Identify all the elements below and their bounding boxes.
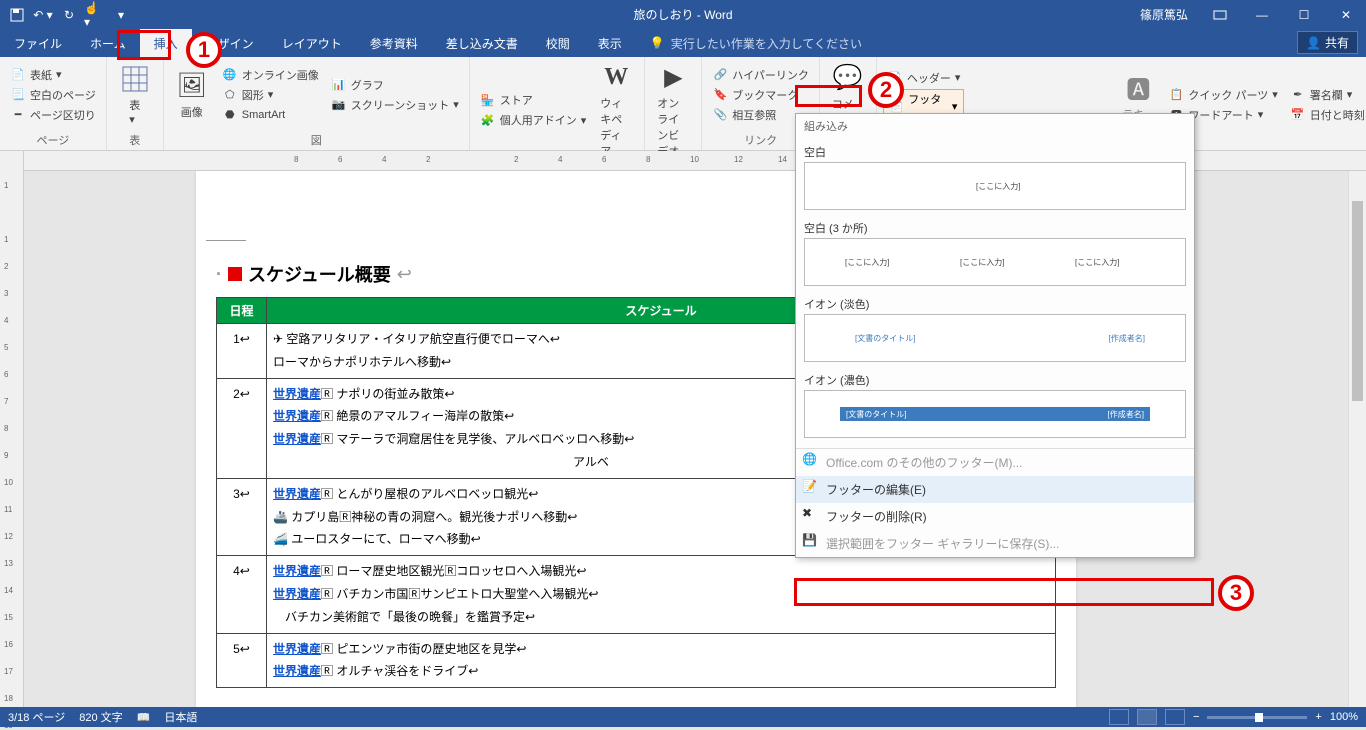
group-media: ▶オンラインビデオ メディア — [645, 57, 702, 150]
tab-file[interactable]: ファイル — [0, 29, 76, 57]
pictures-icon: 🖼 — [176, 70, 208, 102]
tab-view[interactable]: 表示 — [584, 29, 636, 57]
screenshot-button[interactable]: 📷スクリーンショット ▾ — [327, 96, 463, 114]
view-read-mode[interactable] — [1109, 709, 1129, 725]
gallery-remove-footer[interactable]: ✖フッターの削除(R) — [796, 503, 1194, 530]
table-icon — [119, 63, 151, 95]
page-break-button[interactable]: ━ページ区切り — [6, 106, 100, 124]
group-illustrations: 🖼画像 🌐オンライン画像 ⬠図形 ▾ ⬣SmartArt 📊グラフ 📷スクリーン… — [164, 57, 470, 150]
group-label-tables: 表 — [113, 130, 157, 150]
gallery-item-ion-dark-title: イオン (濃色) — [804, 368, 1186, 390]
gallery-item-blank[interactable]: [ここに入力] — [804, 162, 1186, 210]
zoom-slider[interactable] — [1207, 716, 1307, 719]
zoom-level[interactable]: 100% — [1330, 711, 1358, 723]
store-button[interactable]: 🏪ストア — [476, 91, 591, 109]
group-pages: 📄表紙 ▾ 📃空白のページ ━ページ区切り ページ — [0, 57, 107, 150]
status-bar: 3/18 ページ 820 文字 📖 日本語 − + 100% — [0, 707, 1366, 727]
gallery-builtins-header: 組み込み — [796, 114, 1194, 138]
wikipedia-button[interactable]: Wウィキペディア — [594, 59, 638, 161]
online-video-button[interactable]: ▶オンラインビデオ — [651, 59, 695, 161]
tab-home[interactable]: ホーム — [76, 29, 140, 57]
gallery-item-blank-title: 空白 — [804, 140, 1186, 162]
group-addins: 🏪ストア 🧩個人用アドイン ▾ Wウィキペディア アドイン — [470, 57, 646, 150]
comment-icon: 💬 — [832, 62, 864, 94]
signature-button[interactable]: ✒署名欄 ▾ — [1286, 86, 1366, 104]
annotation-1: 1 — [186, 32, 222, 68]
status-words[interactable]: 820 文字 — [79, 709, 122, 725]
hyperlink-button[interactable]: 🔗ハイパーリンク — [708, 66, 813, 84]
gallery-item-ion-dark[interactable]: [文書のタイトル][作成者名] — [804, 390, 1186, 438]
save-button[interactable] — [6, 4, 28, 26]
tell-me[interactable]: 💡 実行したい作業を入力してください — [636, 29, 876, 57]
smartart-button[interactable]: ⬣SmartArt — [218, 106, 323, 124]
view-print-layout[interactable] — [1137, 709, 1157, 725]
gallery-save-selection[interactable]: 💾選択範囲をフッター ギャラリーに保存(S)... — [796, 530, 1194, 557]
vertical-ruler: 112345678910111213141516171819 — [0, 151, 24, 707]
gallery-item-blank3-title: 空白 (3 か所) — [804, 216, 1186, 238]
redo-button[interactable]: ↻ — [58, 4, 80, 26]
undo-button[interactable]: ↶ ▾ — [32, 4, 54, 26]
qat-customize[interactable]: ▾ — [110, 4, 132, 26]
zoom-in[interactable]: + — [1315, 711, 1321, 723]
tab-review[interactable]: 校閲 — [532, 29, 584, 57]
gallery-item-ion-light[interactable]: [文書のタイトル] [作成者名] — [804, 314, 1186, 362]
gallery-more-office[interactable]: 🌐Office.com のその他のフッター(M)... — [796, 449, 1194, 476]
titlebar: ↶ ▾ ↻ ☝ ▾ ▾ 旅のしおり - Word 篠原篤弘 — ☐ ✕ — [0, 0, 1366, 29]
scroll-thumb[interactable] — [1352, 201, 1363, 401]
minimize-button[interactable]: — — [1242, 0, 1282, 29]
gallery-commands: 🌐Office.com のその他のフッター(M)... 📝フッターの編集(E) … — [796, 448, 1194, 557]
quick-parts-button[interactable]: 📋クイック パーツ ▾ — [1164, 86, 1281, 104]
cover-page-button[interactable]: 📄表紙 ▾ — [6, 66, 100, 84]
wikipedia-icon: W — [600, 61, 632, 93]
annotation-3: 3 — [1218, 575, 1254, 611]
share-button[interactable]: 👤 共有 — [1297, 31, 1358, 54]
close-button[interactable]: ✕ — [1326, 0, 1366, 29]
tab-references[interactable]: 参考資料 — [356, 29, 432, 57]
document-title: 旅のしおり - Word — [633, 6, 732, 23]
tab-layout[interactable]: レイアウト — [268, 29, 356, 57]
group-label-pages: ページ — [6, 130, 100, 150]
status-spell-icon[interactable]: 📖 — [137, 711, 151, 724]
status-page[interactable]: 3/18 ページ — [8, 709, 65, 725]
th-day: 日程 — [217, 298, 267, 324]
gallery-item-blank3[interactable]: [ここに入力] [ここに入力] [ここに入力] — [804, 238, 1186, 286]
group-tables: 表▾ 表 — [107, 57, 164, 150]
my-addins-button[interactable]: 🧩個人用アドイン ▾ — [476, 111, 591, 129]
red-square-icon — [228, 267, 242, 281]
annotation-2: 2 — [868, 72, 904, 108]
table-button[interactable]: 表▾ — [113, 59, 157, 130]
group-label-illus: 図 — [170, 130, 463, 150]
touch-mode-button[interactable]: ☝ ▾ — [84, 4, 106, 26]
quick-access-toolbar: ↶ ▾ ↻ ☝ ▾ ▾ — [0, 4, 138, 26]
video-icon: ▶ — [657, 61, 689, 93]
shapes-button[interactable]: ⬠図形 ▾ — [218, 86, 323, 104]
bookmark-button[interactable]: 🔖ブックマーク — [708, 86, 813, 104]
view-web-layout[interactable] — [1165, 709, 1185, 725]
chart-button[interactable]: 📊グラフ — [327, 76, 463, 94]
blank-page-button[interactable]: 📃空白のページ — [6, 86, 100, 104]
pictures-button[interactable]: 🖼画像 — [170, 59, 214, 130]
zoom-thumb[interactable] — [1255, 713, 1263, 722]
vertical-scrollbar[interactable] — [1348, 171, 1366, 707]
tab-mailings[interactable]: 差し込み文書 — [432, 29, 532, 57]
tab-insert[interactable]: 挿入 — [140, 29, 192, 57]
user-name[interactable]: 篠原篤弘 — [1130, 6, 1198, 23]
gallery-item-ion-light-title: イオン (淡色) — [804, 292, 1186, 314]
zoom-out[interactable]: − — [1193, 711, 1199, 723]
footer-gallery-dropdown: 組み込み 空白 [ここに入力] 空白 (3 か所) [ここに入力] [ここに入力… — [795, 113, 1195, 558]
status-language[interactable]: 日本語 — [164, 709, 197, 725]
datetime-button[interactable]: 📅日付と時刻 — [1286, 106, 1366, 124]
ribbon-options-button[interactable] — [1200, 0, 1240, 29]
online-pictures-button[interactable]: 🌐オンライン画像 — [218, 66, 323, 84]
maximize-button[interactable]: ☐ — [1284, 0, 1324, 29]
gallery-edit-footer[interactable]: 📝フッターの編集(E) — [796, 476, 1194, 503]
